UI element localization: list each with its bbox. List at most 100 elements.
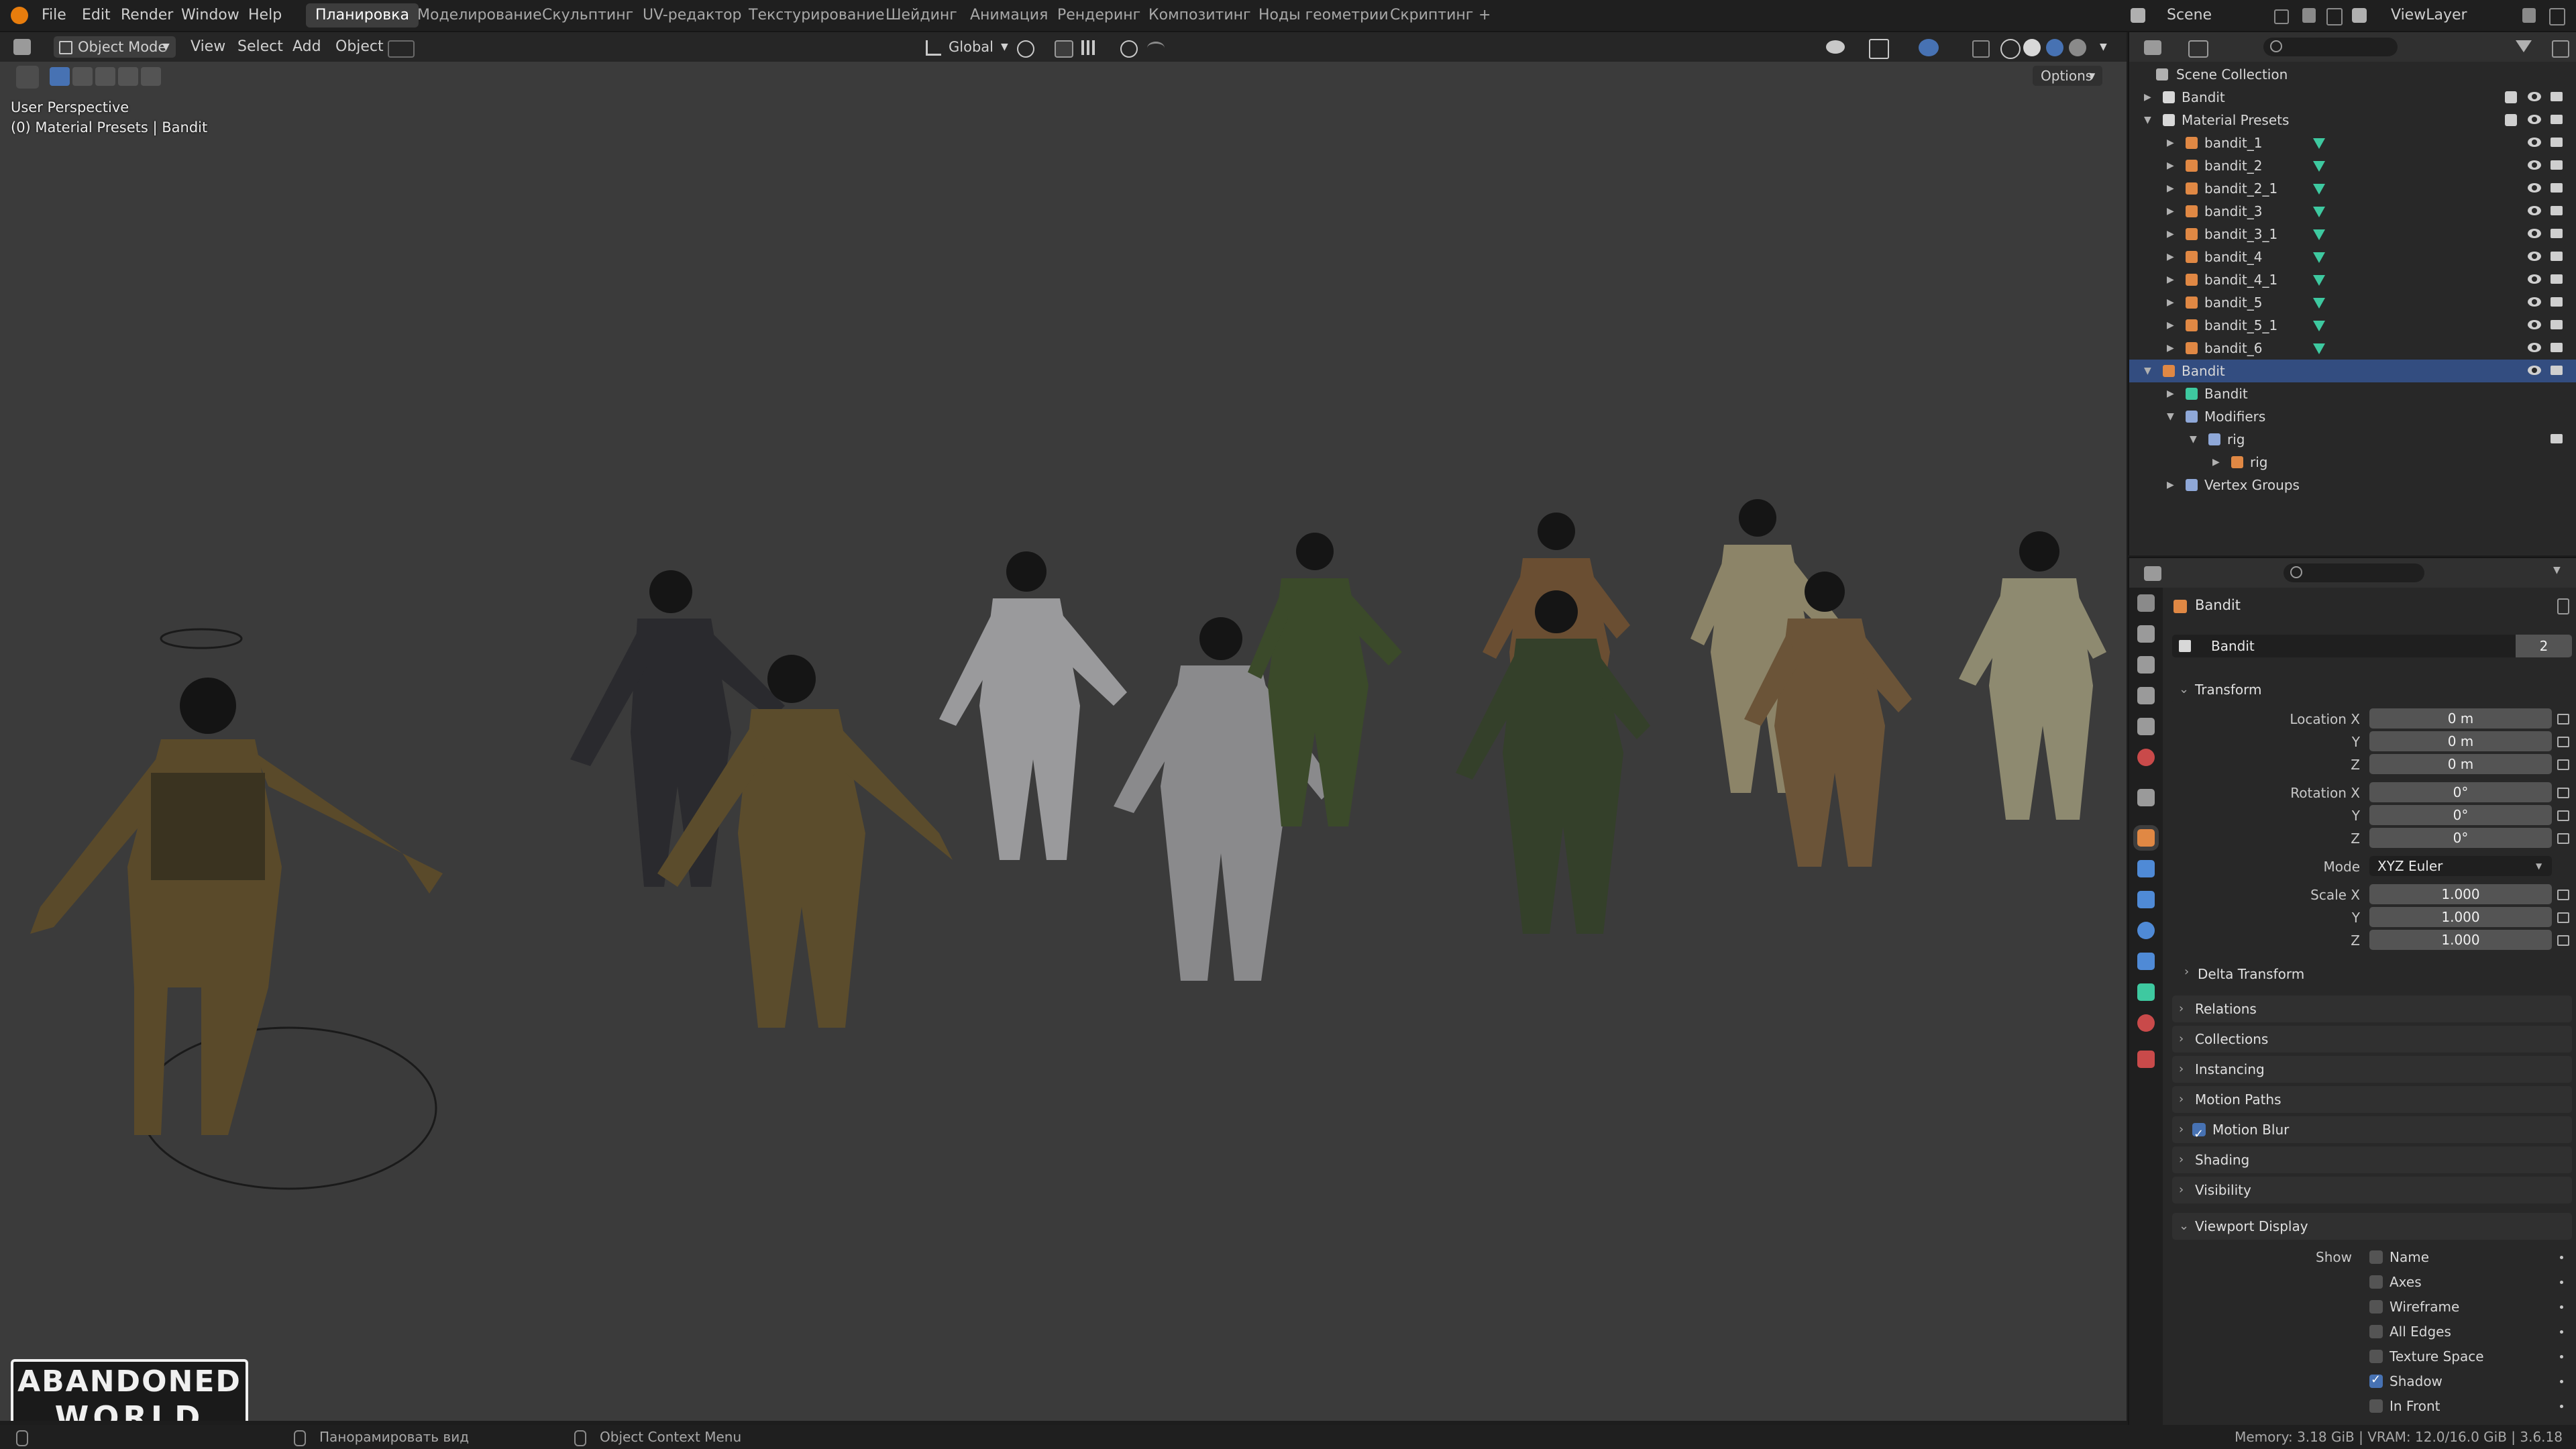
outliner-row[interactable]: ▼ Modifiers — [2129, 405, 2576, 428]
rotation-z-field[interactable]: 0° — [2369, 828, 2552, 848]
scene-collection-row[interactable]: Scene Collection — [2129, 63, 2576, 86]
menu-select[interactable]: Select — [237, 32, 283, 62]
display-mode-icon[interactable] — [2188, 40, 2208, 58]
filter-icon[interactable] — [2516, 40, 2532, 52]
visibility-eye-icon[interactable] — [2528, 160, 2541, 170]
checkbox-axes[interactable] — [2369, 1275, 2383, 1289]
bandit-selected-figure[interactable] — [30, 628, 443, 1190]
panel-header-shading[interactable]: › Shading — [2172, 1146, 2572, 1173]
tab-layout[interactable]: Планировка — [306, 3, 419, 28]
outliner-search-input[interactable] — [2263, 38, 2398, 56]
add-workspace-button[interactable]: + — [1469, 3, 1500, 28]
outliner-editor-type-icon[interactable] — [2144, 40, 2161, 55]
visibility-eye-icon[interactable] — [2528, 274, 2541, 284]
render-camera-icon[interactable] — [2551, 92, 2563, 101]
checkbox-wireframe[interactable] — [2369, 1300, 2383, 1313]
visibility-eye-icon[interactable] — [2528, 115, 2541, 124]
render-camera-icon[interactable] — [2551, 183, 2563, 193]
panel-header-visibility[interactable]: › Visibility — [2172, 1177, 2572, 1203]
tool-tab-icon[interactable] — [2137, 594, 2155, 612]
view-layer-icon[interactable] — [2352, 8, 2367, 23]
animate-property-icon[interactable] — [2560, 1405, 2563, 1408]
render-tab-icon[interactable] — [2137, 625, 2155, 643]
menu-window[interactable]: Window — [181, 0, 239, 31]
outliner-row[interactable]: ▶ Vertex Groups — [2129, 474, 2576, 496]
checkbox-shadow[interactable] — [2369, 1373, 2383, 1388]
scale-x-field[interactable]: 1.000 — [2369, 884, 2552, 904]
outliner-row[interactable]: ▶ rig — [2129, 451, 2576, 474]
visibility-eye-icon[interactable] — [2528, 92, 2541, 101]
texture-tab-icon[interactable] — [2137, 1051, 2155, 1068]
new-view-layer-icon[interactable] — [2522, 8, 2536, 23]
exclude-checkbox-icon[interactable] — [2505, 114, 2517, 126]
3d-viewport[interactable]: User Perspective (0) Material Presets | … — [0, 62, 2127, 1421]
animate-property-icon[interactable] — [2560, 1355, 2563, 1358]
checkbox-in-front[interactable] — [2369, 1399, 2383, 1413]
delete-view-layer-icon[interactable] — [2549, 8, 2565, 25]
menu-render[interactable]: Render — [121, 0, 173, 31]
outliner-row[interactable]: ▶ bandit_5 — [2129, 291, 2576, 314]
visibility-eye-icon[interactable] — [2528, 138, 2541, 147]
rendered-shading-icon[interactable] — [2069, 39, 2086, 56]
location-z-field[interactable]: 0 m — [2369, 754, 2552, 774]
mesh-data-icon[interactable] — [2313, 184, 2325, 195]
expand-right-icon[interactable]: ▶ — [2167, 154, 2174, 177]
tab-modeling[interactable]: Моделирование — [408, 3, 551, 28]
physics-tab-icon[interactable] — [2137, 922, 2155, 939]
outliner-row[interactable]: ▶ bandit_2_1 — [2129, 177, 2576, 200]
expand-right-icon[interactable]: ▶ — [2167, 314, 2174, 337]
visibility-filter-icon[interactable] — [1826, 40, 1845, 54]
bandit-figure[interactable] — [1959, 531, 2106, 820]
render-camera-icon[interactable] — [2551, 343, 2563, 352]
menu-help[interactable]: Help — [248, 0, 282, 31]
lock-icon[interactable] — [2557, 935, 2569, 946]
wireframe-shading-icon[interactable] — [2000, 39, 2021, 59]
output-tab-icon[interactable] — [2137, 656, 2155, 674]
visibility-eye-icon[interactable] — [2528, 252, 2541, 261]
expand-right-icon[interactable]: ▶ — [2167, 337, 2174, 360]
visibility-eye-icon[interactable] — [2528, 343, 2541, 352]
checkbox-all-edges[interactable] — [2369, 1325, 2383, 1338]
lock-icon[interactable] — [2557, 810, 2569, 821]
tab-scripting[interactable]: Скриптинг — [1381, 3, 1483, 28]
render-camera-icon[interactable] — [2551, 138, 2563, 147]
view-layer-tab-icon[interactable] — [2137, 687, 2155, 704]
material-tab-icon[interactable] — [2137, 1014, 2155, 1032]
panel-header-instancing[interactable]: › Instancing — [2172, 1056, 2572, 1083]
scale-y-field[interactable]: 1.000 — [2369, 907, 2552, 927]
transform-orientation-dropdown[interactable]: Global ▼ — [920, 36, 1014, 58]
world-tab-icon[interactable] — [2137, 749, 2155, 766]
outliner-row[interactable]: ▶ Bandit — [2129, 86, 2576, 109]
expand-down-icon[interactable]: ▼ — [2144, 109, 2151, 131]
tab-shading[interactable]: Шейдинг — [876, 3, 967, 28]
mesh-data-icon[interactable] — [2313, 229, 2325, 240]
animate-property-icon[interactable] — [2560, 1281, 2563, 1284]
outliner-row[interactable]: ▶ bandit_3_1 — [2129, 223, 2576, 246]
lock-icon[interactable] — [2557, 890, 2569, 900]
pin-icon[interactable] — [2557, 598, 2569, 614]
tab-uv-editing[interactable]: UV-редактор — [633, 3, 751, 28]
material-preview-icon[interactable] — [2046, 39, 2063, 56]
location-x-field[interactable]: 0 m — [2369, 708, 2552, 729]
render-camera-icon[interactable] — [2551, 274, 2563, 284]
expand-right-icon[interactable]: ▶ — [2167, 223, 2174, 246]
mesh-data-icon[interactable] — [2313, 298, 2325, 309]
mesh-data-icon[interactable] — [2313, 252, 2325, 263]
mesh-data-icon[interactable] — [2313, 343, 2325, 354]
panel-header-relations[interactable]: › Relations — [2172, 996, 2572, 1022]
render-camera-icon[interactable] — [2551, 160, 2563, 170]
visibility-eye-icon[interactable] — [2528, 183, 2541, 193]
mesh-data-icon[interactable] — [2313, 321, 2325, 331]
lock-icon[interactable] — [2557, 759, 2569, 770]
visibility-eye-icon[interactable] — [2528, 229, 2541, 238]
expand-right-icon[interactable]: ▶ — [2167, 268, 2174, 291]
tab-compositing[interactable]: Композитинг — [1139, 3, 1260, 28]
expand-right-icon[interactable]: ▶ — [2167, 474, 2174, 496]
render-camera-icon[interactable] — [2551, 115, 2563, 124]
tab-sculpting[interactable]: Скульптинг — [533, 3, 643, 28]
visibility-eye-icon[interactable] — [2528, 297, 2541, 307]
checkbox-name[interactable] — [2369, 1250, 2383, 1264]
outliner-row[interactable]: ▶ Bandit — [2129, 382, 2576, 405]
outliner-row[interactable]: ▶ bandit_4 — [2129, 246, 2576, 268]
animate-property-icon[interactable] — [2560, 1330, 2563, 1334]
